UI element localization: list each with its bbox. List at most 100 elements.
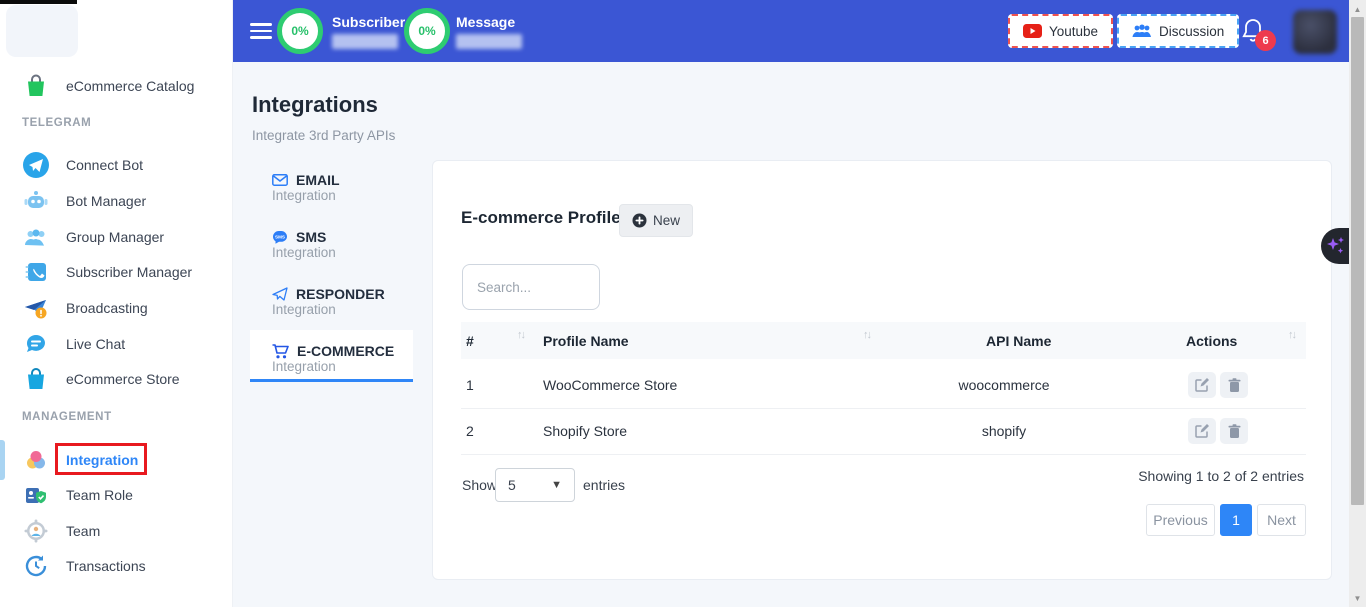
new-button[interactable]: New bbox=[619, 204, 693, 237]
telegram-icon bbox=[22, 151, 50, 179]
tab-responder-integration[interactable]: RESPONDER Integration bbox=[272, 286, 385, 317]
sidebar-item-integration[interactable]: Integration bbox=[22, 446, 222, 474]
row-separator bbox=[461, 454, 1306, 455]
column-header-profile-name[interactable]: Profile Name bbox=[543, 333, 629, 349]
sidebar-item-live-chat[interactable]: Live Chat bbox=[22, 330, 222, 358]
team-gear-icon bbox=[22, 517, 50, 545]
sidebar-item-label: Integration bbox=[66, 452, 138, 468]
sidebar-item-label: Group Manager bbox=[66, 229, 164, 245]
sort-icon[interactable]: ↑↓ bbox=[517, 329, 524, 341]
edit-icon bbox=[1195, 424, 1209, 438]
tab-email-integration[interactable]: EMAIL Integration bbox=[272, 172, 340, 203]
tab-sms-integration[interactable]: SMS SMS Integration bbox=[272, 229, 336, 260]
new-button-label: New bbox=[653, 213, 680, 228]
sidebar-item-label: Transactions bbox=[66, 558, 146, 574]
sidebar-item-team[interactable]: Team bbox=[22, 517, 222, 545]
youtube-button-label: Youtube bbox=[1049, 24, 1098, 39]
sparkles-icon bbox=[1325, 234, 1347, 258]
sort-icon[interactable]: ↑↓ bbox=[863, 329, 870, 341]
trash-icon bbox=[1228, 378, 1241, 392]
tab-ecommerce-integration[interactable]: E-COMMERCE Integration bbox=[272, 343, 394, 374]
message-percent: 0% bbox=[418, 24, 435, 38]
row-separator bbox=[461, 408, 1306, 409]
notification-badge: 6 bbox=[1255, 30, 1276, 51]
youtube-button[interactable]: Youtube bbox=[1008, 14, 1113, 48]
envelope-icon bbox=[272, 174, 288, 186]
subscriber-redacted-value bbox=[332, 34, 398, 49]
vertical-scrollbar[interactable]: ▲ ▼ bbox=[1349, 0, 1366, 607]
sidebar-item-subscriber-manager[interactable]: Subscriber Manager bbox=[22, 258, 222, 286]
paper-plane-icon bbox=[272, 287, 288, 301]
column-header-num[interactable]: # bbox=[466, 333, 474, 349]
sidebar-item-group-manager[interactable]: Group Manager bbox=[22, 223, 222, 251]
tab-title: RESPONDER bbox=[296, 286, 385, 302]
pagination-next-button[interactable]: Next bbox=[1257, 504, 1306, 536]
edit-button[interactable] bbox=[1188, 372, 1216, 398]
sidebar-item-team-role[interactable]: Team Role bbox=[22, 481, 222, 509]
scroll-up-arrow-icon[interactable]: ▲ bbox=[1349, 2, 1366, 16]
edit-icon bbox=[1195, 378, 1209, 392]
chevron-down-icon: ▼ bbox=[551, 479, 562, 491]
sidebar-item-ecommerce-catalog[interactable]: eCommerce Catalog bbox=[22, 72, 222, 100]
subscriber-progress-circle: 0% bbox=[277, 8, 323, 54]
group-icon bbox=[22, 223, 50, 251]
row-api-name: woocommerce bbox=[893, 377, 1115, 393]
chat-bubble-icon bbox=[22, 330, 50, 358]
green-bag-icon bbox=[22, 72, 50, 100]
contact-book-icon bbox=[22, 258, 50, 286]
tab-title: EMAIL bbox=[296, 172, 340, 188]
sidebar-section-management: MANAGEMENT bbox=[22, 411, 112, 423]
sidebar-item-bot-manager[interactable]: Bot Manager bbox=[22, 187, 222, 215]
message-redacted-value bbox=[456, 34, 522, 49]
sidebar-item-transactions[interactable]: Transactions bbox=[22, 552, 222, 580]
discussion-button[interactable]: Discussion bbox=[1117, 14, 1239, 48]
broadcast-plane-icon bbox=[22, 294, 50, 322]
robot-icon bbox=[22, 187, 50, 215]
message-label: Message bbox=[456, 14, 515, 30]
sidebar-item-label: Live Chat bbox=[66, 336, 125, 352]
sidebar-item-label: Bot Manager bbox=[66, 193, 146, 209]
sidebar-item-broadcasting[interactable]: Broadcasting bbox=[22, 294, 222, 322]
sort-icon[interactable]: ↑↓ bbox=[1288, 329, 1295, 341]
table-summary: Showing 1 to 2 of 2 entries bbox=[1138, 468, 1304, 484]
blue-bag-icon bbox=[22, 365, 50, 393]
page-title: Integrations bbox=[252, 92, 378, 118]
pagination-previous-button[interactable]: Previous bbox=[1146, 504, 1215, 536]
sidebar-item-label: eCommerce Store bbox=[66, 371, 180, 387]
hamburger-menu-icon[interactable] bbox=[250, 23, 272, 39]
delete-button[interactable] bbox=[1220, 372, 1248, 398]
panel-heading: E-commerce Profile bbox=[461, 208, 621, 228]
scroll-down-arrow-icon[interactable]: ▼ bbox=[1349, 591, 1366, 605]
plus-circle-icon bbox=[632, 213, 647, 228]
sidebar-item-connect-bot[interactable]: Connect Bot bbox=[22, 151, 222, 179]
sidebar-section-telegram: TELEGRAM bbox=[22, 117, 91, 129]
page-size-select[interactable]: 5 ▼ bbox=[495, 468, 575, 502]
search-input[interactable] bbox=[462, 264, 600, 310]
subscriber-label: Subscriber bbox=[332, 14, 405, 30]
delete-button[interactable] bbox=[1220, 418, 1248, 444]
row-num: 1 bbox=[466, 377, 474, 393]
role-badge-icon bbox=[22, 481, 50, 509]
scrollbar-thumb[interactable] bbox=[1351, 17, 1364, 505]
sidebar: eCommerce Catalog TELEGRAM Connect Bot B… bbox=[0, 0, 233, 607]
tab-subtitle: Integration bbox=[272, 359, 394, 374]
tab-title: E-COMMERCE bbox=[297, 343, 394, 359]
row-profile-name: WooCommerce Store bbox=[543, 377, 677, 393]
pagination-page-1-button[interactable]: 1 bbox=[1220, 504, 1252, 536]
column-header-actions[interactable]: Actions bbox=[1186, 333, 1237, 349]
ai-assistant-button[interactable] bbox=[1321, 228, 1350, 264]
users-icon bbox=[1132, 24, 1152, 38]
edit-button[interactable] bbox=[1188, 418, 1216, 444]
discussion-button-label: Discussion bbox=[1159, 24, 1224, 39]
sidebar-item-ecommerce-store[interactable]: eCommerce Store bbox=[22, 365, 222, 393]
user-avatar[interactable] bbox=[1293, 10, 1337, 54]
top-black-bar bbox=[0, 0, 77, 4]
trash-icon bbox=[1228, 424, 1241, 438]
column-header-api-name[interactable]: API Name bbox=[986, 333, 1051, 349]
sms-bubble-icon: SMS bbox=[272, 230, 288, 244]
ecommerce-profile-card: E-commerce Profile New # ↑↓ Profile Name… bbox=[432, 160, 1332, 580]
transactions-clock-icon bbox=[22, 552, 50, 580]
sidebar-item-label: Subscriber Manager bbox=[66, 264, 192, 280]
sidebar-item-label: Team bbox=[66, 523, 100, 539]
sidebar-item-label: Broadcasting bbox=[66, 300, 148, 316]
